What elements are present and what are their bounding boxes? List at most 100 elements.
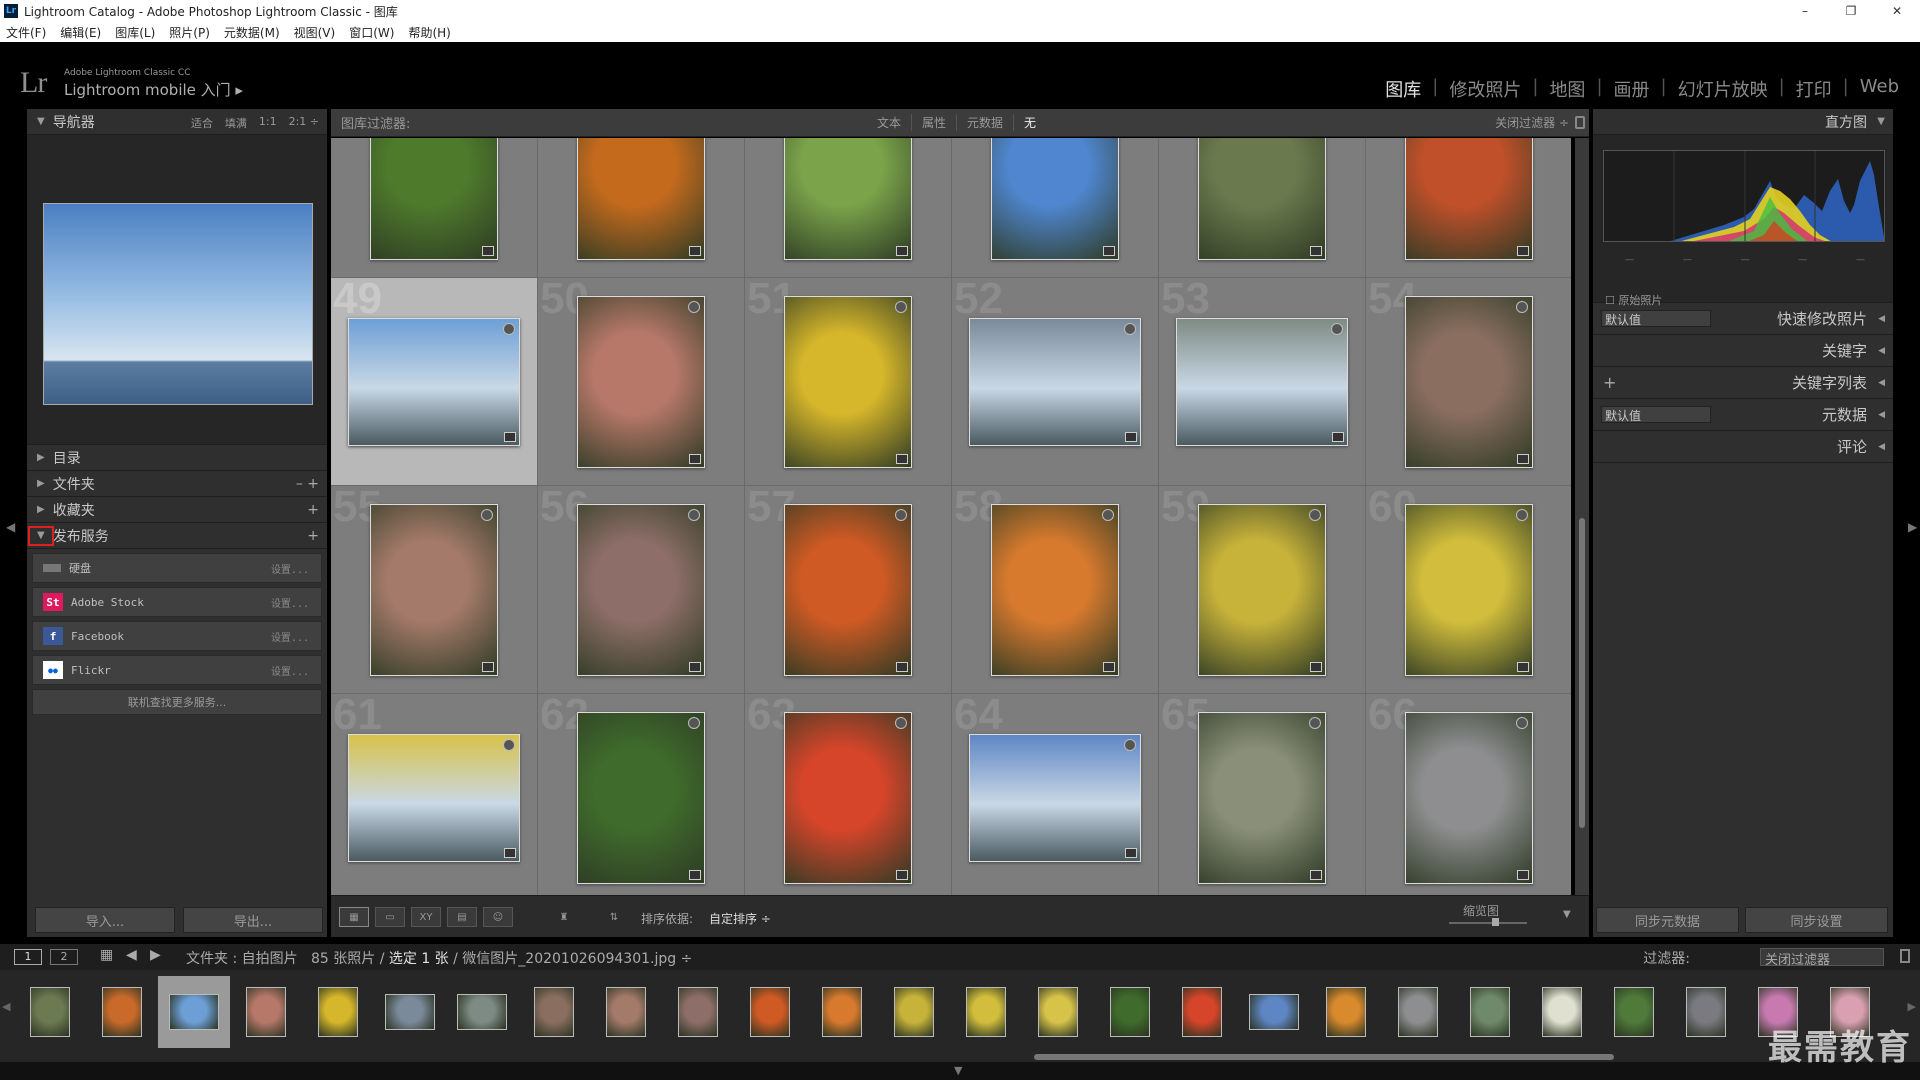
grid-cell[interactable] — [1159, 138, 1365, 277]
section-add-button[interactable]: – + — [296, 476, 319, 492]
publish-service-2[interactable]: f Facebook 设置... — [32, 621, 322, 651]
module-map[interactable]: 地图 — [1538, 76, 1596, 102]
photo-thumbnail[interactable] — [969, 317, 1141, 446]
filmstrip-cell[interactable] — [1094, 976, 1166, 1048]
grid-cell[interactable] — [952, 138, 1158, 277]
compare-view-icon[interactable]: XY — [411, 907, 441, 927]
filmstrip-cell[interactable] — [1526, 976, 1598, 1048]
filmstrip-cell[interactable] — [86, 976, 158, 1048]
menu-window[interactable]: 窗口(W) — [349, 24, 394, 41]
grid-cell[interactable]: 66 — [1366, 694, 1571, 895]
zoom-1to1-option[interactable]: 1:1 — [259, 115, 277, 131]
grid-cell[interactable]: 62 — [538, 694, 744, 895]
filmstrip-thumbnail[interactable] — [534, 987, 574, 1037]
right-panel-toggle-icon[interactable]: ▶ — [1908, 520, 1917, 534]
module-book[interactable]: 画册 — [1603, 76, 1661, 102]
minimize-button[interactable]: – — [1782, 0, 1828, 22]
photo-thumbnail[interactable] — [1405, 711, 1533, 884]
photo-thumbnail[interactable] — [577, 138, 705, 260]
publish-service-1[interactable]: St Adobe Stock 设置... — [32, 587, 322, 617]
grid-cell[interactable]: 55 — [331, 486, 537, 693]
quick-collection-icon[interactable] — [895, 716, 907, 729]
menu-view[interactable]: 视图(V) — [294, 24, 336, 41]
bottom-panel-toggle-icon[interactable]: ▼ — [954, 1064, 962, 1077]
publish-settings-link[interactable]: 设置... — [271, 629, 309, 644]
grid-cell[interactable] — [1366, 138, 1571, 277]
photo-thumbnail[interactable] — [1198, 711, 1326, 884]
main-window-button[interactable]: 1 — [14, 949, 42, 965]
filmstrip-cell[interactable] — [1598, 976, 1670, 1048]
thumbnail-size-slider[interactable] — [1449, 922, 1527, 924]
quick-collection-icon[interactable] — [1102, 508, 1114, 521]
navigator-header[interactable]: ▼ 导航器 适合 填满 1:1 2:1 ÷ — [27, 109, 327, 135]
photo-thumbnail[interactable] — [991, 503, 1119, 676]
expand-triangle-icon[interactable]: ◀ — [1878, 346, 1885, 356]
filmstrip-cell[interactable] — [734, 976, 806, 1048]
photo-thumbnail[interactable] — [577, 711, 705, 884]
grid-cell[interactable]: 49 — [331, 278, 537, 485]
photo-thumbnail[interactable] — [784, 138, 912, 260]
quick-collection-icon[interactable] — [1331, 322, 1343, 335]
grid-cell[interactable]: 65 — [1159, 694, 1365, 895]
filmstrip-cell[interactable] — [590, 976, 662, 1048]
close-button[interactable]: ✕ — [1874, 0, 1920, 22]
filmstrip-cell[interactable] — [518, 976, 590, 1048]
grid-cell[interactable]: 59 — [1159, 486, 1365, 693]
filter-tab-text[interactable]: 文本 — [867, 114, 911, 131]
quick-collection-icon[interactable] — [1124, 322, 1136, 335]
filmstrip-cell[interactable] — [14, 976, 86, 1048]
module-slideshow[interactable]: 幻灯片放映 — [1667, 76, 1779, 102]
photo-thumbnail[interactable] — [577, 503, 705, 676]
filmstrip-thumbnail[interactable] — [1182, 987, 1222, 1037]
grid-cell[interactable]: 63 — [745, 694, 951, 895]
filmstrip-thumbnail[interactable] — [1686, 987, 1726, 1037]
section-add-button[interactable]: + — [307, 528, 319, 544]
sort-direction-icon[interactable]: ⇅ — [599, 907, 629, 927]
lock-icon[interactable] — [1575, 116, 1585, 129]
grid-icon[interactable]: ▦ — [100, 947, 113, 963]
filmstrip-scrollbar[interactable] — [1034, 1054, 1614, 1060]
expand-triangle-icon[interactable]: ▶ — [37, 452, 45, 463]
expand-triangle-icon[interactable]: ▶ — [37, 504, 45, 515]
photo-thumbnail[interactable] — [1405, 503, 1533, 676]
photo-thumbnail[interactable] — [969, 733, 1141, 862]
filmstrip-thumbnail[interactable] — [169, 994, 219, 1030]
right-section-1[interactable]: 关键字 ◀ — [1593, 335, 1893, 367]
photo-thumbnail[interactable] — [370, 138, 498, 260]
photo-thumbnail[interactable] — [784, 503, 912, 676]
restore-button[interactable]: ❐ — [1828, 0, 1874, 22]
quick-collection-icon[interactable] — [1124, 738, 1136, 751]
menu-edit[interactable]: 编辑(E) — [60, 24, 101, 41]
quick-collection-icon[interactable] — [895, 508, 907, 521]
photo-thumbnail[interactable] — [1198, 503, 1326, 676]
filmstrip-cell[interactable] — [1166, 976, 1238, 1048]
photo-thumbnail[interactable] — [1405, 295, 1533, 468]
filmstrip-cell[interactable] — [1310, 976, 1382, 1048]
navigator-preview[interactable] — [27, 135, 327, 445]
filmstrip-thumbnail[interactable] — [318, 987, 358, 1037]
grid-cell[interactable] — [331, 138, 537, 277]
filmstrip-thumbnail[interactable] — [246, 987, 286, 1037]
quick-collection-icon[interactable] — [1516, 508, 1528, 521]
filmstrip-cell[interactable] — [806, 976, 878, 1048]
zoom-fill-option[interactable]: 填满 — [225, 115, 247, 131]
quick-collection-icon[interactable] — [688, 300, 700, 313]
filter-tab-none[interactable]: 无 — [1013, 114, 1046, 131]
filmstrip-cell[interactable] — [1022, 976, 1094, 1048]
filmstrip-thumbnail[interactable] — [102, 987, 142, 1037]
add-keyword-icon[interactable]: + — [1603, 373, 1616, 392]
sync-settings-button[interactable]: 同步设置 — [1745, 907, 1888, 933]
filmstrip-cell[interactable] — [1238, 976, 1310, 1048]
grid-cell[interactable]: 50 — [538, 278, 744, 485]
grid-cell[interactable]: 61 — [331, 694, 537, 895]
filmstrip-cell[interactable] — [446, 976, 518, 1048]
menu-file[interactable]: 文件(F) — [6, 24, 46, 41]
sync-metadata-button[interactable]: 同步元数据 — [1596, 907, 1739, 933]
photo-thumbnail[interactable] — [991, 138, 1119, 260]
filmstrip-cell[interactable] — [374, 976, 446, 1048]
grid-cell[interactable]: 53 — [1159, 278, 1365, 485]
filmstrip-thumbnail[interactable] — [30, 987, 70, 1037]
quick-collection-icon[interactable] — [1309, 508, 1321, 521]
module-web[interactable]: Web — [1849, 76, 1910, 102]
thumbnail-size-knob[interactable] — [1491, 918, 1499, 926]
